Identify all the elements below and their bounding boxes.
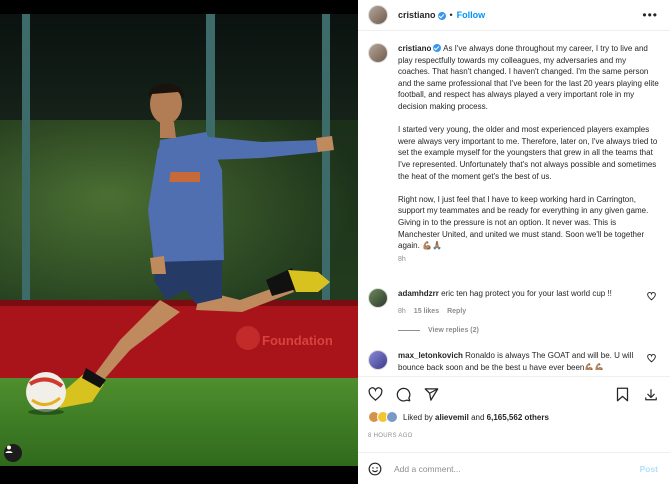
likes-count[interactable]: 6,165,562 others xyxy=(487,413,549,422)
photo-illustration: Foundation xyxy=(0,14,358,466)
verified-badge-icon xyxy=(437,12,446,20)
add-comment-bar: Post xyxy=(358,452,670,484)
comment-item: max_letonkovich Ronaldo is always The GO… xyxy=(368,350,660,370)
header-separator: • xyxy=(449,10,453,20)
comment-like-heart-icon[interactable] xyxy=(647,354,656,363)
comment-username[interactable]: max_letonkovich xyxy=(398,351,463,360)
user-tag-icon xyxy=(5,445,13,453)
banner-text: Foundation xyxy=(262,333,333,348)
comment-username[interactable]: adamhdzrr xyxy=(398,289,439,298)
caption-avatar[interactable] xyxy=(368,43,388,63)
post-header: cristiano • Follow ••• xyxy=(358,0,670,31)
caption-time: 8h xyxy=(398,256,406,264)
save-bookmark-icon[interactable] xyxy=(616,387,629,402)
post-photo[interactable]: Foundation xyxy=(0,0,358,484)
download-icon[interactable] xyxy=(644,387,658,402)
comment-avatar[interactable] xyxy=(368,350,388,370)
comment-reply-button[interactable]: Reply xyxy=(447,306,466,318)
verified-badge-icon xyxy=(433,44,442,52)
emoji-icon[interactable] xyxy=(368,462,382,476)
posted-time: 8 HOURS AGO xyxy=(368,433,413,439)
likes-summary: Liked by alievemil and 6,165,562 others xyxy=(368,411,549,423)
action-bar xyxy=(358,376,670,414)
caption-paragraph-3: Right now, I just feel that I have to ke… xyxy=(398,194,649,251)
liker-username[interactable]: alievemil xyxy=(435,413,469,422)
liked-by-label: Liked by xyxy=(403,412,433,422)
caption: cristiano As I've always done throughout… xyxy=(368,43,660,266)
caption-paragraph-1: As I've always done throughout my career… xyxy=(398,44,659,111)
likes-and: and xyxy=(471,412,485,422)
comment-avatar[interactable] xyxy=(368,288,388,308)
comment-like-heart-icon[interactable] xyxy=(647,292,656,301)
like-heart-icon[interactable] xyxy=(368,387,383,402)
comment-text: eric ten hag protect you for your last w… xyxy=(441,289,612,298)
comment-input[interactable] xyxy=(394,463,624,474)
follow-button[interactable]: Follow xyxy=(457,10,486,20)
post-details-panel: cristiano • Follow ••• cristiano As I've… xyxy=(358,0,670,484)
comment-item: adamhdzrr eric ten hag protect you for y… xyxy=(368,288,660,317)
liker-avatar xyxy=(386,411,398,423)
caption-paragraph-2: I started very young, the older and most… xyxy=(398,125,658,181)
author-username[interactable]: cristiano xyxy=(398,10,436,20)
view-replies-button[interactable]: View replies (2) xyxy=(398,327,479,334)
comments-scroll-area[interactable]: cristiano As I've always done throughout… xyxy=(358,32,670,370)
comment-icon[interactable] xyxy=(396,387,411,402)
post-comment-button[interactable]: Post xyxy=(640,464,658,474)
user-tag-button[interactable] xyxy=(4,444,22,462)
share-icon[interactable] xyxy=(424,387,439,402)
author-avatar[interactable] xyxy=(368,5,388,25)
comment-time: 8h xyxy=(398,307,406,315)
more-options-icon[interactable]: ••• xyxy=(642,8,658,22)
comment-likes[interactable]: 15 likes xyxy=(414,306,439,318)
caption-username[interactable]: cristiano xyxy=(398,44,431,53)
